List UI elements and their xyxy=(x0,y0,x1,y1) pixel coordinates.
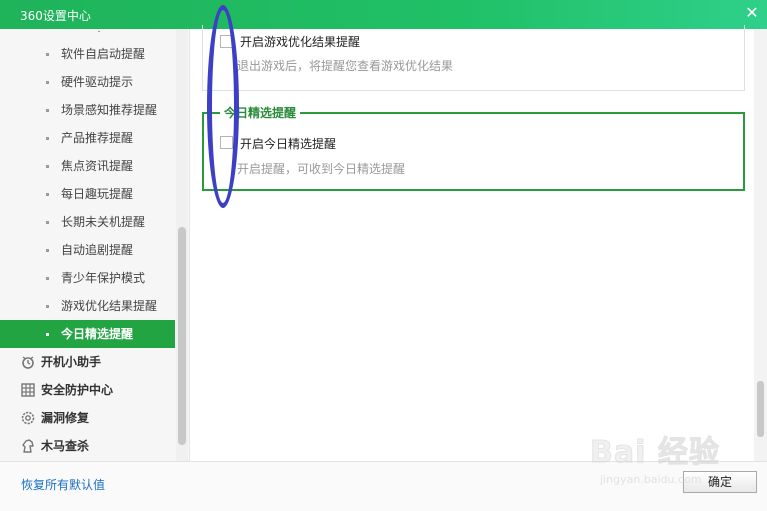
sidebar-item-driver-tips[interactable]: 硬件驱动提示 xyxy=(0,68,175,96)
sidebar-category-trojan-scan[interactable]: 木马查杀 xyxy=(0,432,175,460)
bullet-icon xyxy=(46,53,49,56)
game-optimize-option-label: 开启游戏优化结果提醒 xyxy=(240,35,361,49)
sidebar-item-scene-recommend[interactable]: 场景感知推荐提醒 xyxy=(0,96,175,124)
sidebar-item-label: 每日趣玩提醒 xyxy=(61,187,134,201)
sidebar-item-teen-mode[interactable]: 青少年保护模式 xyxy=(0,264,175,292)
sidebar-item-label: 游戏优化结果提醒 xyxy=(61,299,158,313)
sidebar-item-label: 场景感知推荐提醒 xyxy=(61,103,158,117)
daily-picks-option-desc: 开启提醒，可收到今日精选提醒 xyxy=(237,162,406,176)
sidebar-category-vuln-fix[interactable]: 漏洞修复 xyxy=(0,404,175,432)
sidebar-item-product-recommend[interactable]: 产品推荐提醒 xyxy=(0,124,175,152)
sidebar-scrollbar[interactable] xyxy=(176,29,188,461)
sidebar-item-focus-news[interactable]: 焦点资讯提醒 xyxy=(0,152,175,180)
bullet-icon xyxy=(46,137,49,140)
sidebar-item-label: 今日精选提醒 xyxy=(61,327,134,341)
sidebar: 软件自启动提醒 硬件驱动提示 场景感知推荐提醒 产品推荐提醒 焦点资讯提醒 每日… xyxy=(0,29,190,461)
bullet-icon xyxy=(46,277,49,280)
annotation-ellipse xyxy=(207,5,239,208)
sidebar-scrollbar-thumb[interactable] xyxy=(178,227,186,445)
watermark-brand: Bai 经验 xyxy=(590,435,720,471)
bullet-icon xyxy=(46,333,49,336)
sidebar-item-daily-picks[interactable]: 今日精选提醒 xyxy=(0,320,175,348)
sidebar-category-label: 开机小助手 xyxy=(41,355,102,369)
sidebar-item-label: 焦点资讯提醒 xyxy=(61,159,134,173)
sidebar-category-label: 安全防护中心 xyxy=(41,383,114,397)
daily-picks-option-label: 开启今日精选提醒 xyxy=(240,137,337,151)
sidebar-item-software-autostart[interactable]: 软件自启动提醒 xyxy=(0,40,175,68)
bullet-icon xyxy=(46,249,49,252)
sidebar-category-label: 漏洞修复 xyxy=(41,411,90,425)
bullet-icon xyxy=(46,305,49,308)
window-title: 360设置中心 xyxy=(20,9,91,23)
game-optimize-option-desc: 退出游戏后，将提醒您查看游戏优化结果 xyxy=(237,59,454,73)
bullet-icon xyxy=(46,109,49,112)
horse-icon xyxy=(22,439,34,453)
bullet-icon xyxy=(46,221,49,224)
sidebar-item-game-optimize[interactable]: 游戏优化结果提醒 xyxy=(0,292,175,320)
sidebar-item-label: 自动追剧提醒 xyxy=(61,243,134,257)
bullet-icon xyxy=(46,165,49,168)
sidebar-item-label: 青少年保护模式 xyxy=(61,271,146,285)
sidebar-category-security-center[interactable]: 安全防护中心 xyxy=(0,376,175,404)
content-scrollbar[interactable] xyxy=(754,29,767,461)
gear-icon xyxy=(21,411,35,425)
baidu-watermark: Bai 经验 jingyan.baidu.com xyxy=(590,425,767,495)
clock-icon xyxy=(22,356,34,369)
sidebar-item-label: 硬件驱动提示 xyxy=(61,75,134,89)
sidebar-item-long-uptime[interactable]: 长期未关机提醒 xyxy=(0,208,175,236)
sidebar-item-label: 软件自启动提醒 xyxy=(61,47,146,61)
restore-defaults-link[interactable]: 恢复所有默认值 xyxy=(21,476,105,493)
sidebar-item-auto-drama[interactable]: 自动追剧提醒 xyxy=(0,236,175,264)
watermark-url: jingyan.baidu.com xyxy=(600,473,702,486)
content-pane: 开启游戏优化结果提醒 退出游戏后，将提醒您查看游戏优化结果 今日精选提醒 开启今… xyxy=(190,25,767,461)
settings-window: 360设置中心 ✕ 软件自启动提醒 硬件驱动提示 场景感知推荐提醒 产品推荐提醒… xyxy=(0,0,767,511)
shield-grid-icon xyxy=(21,383,35,397)
bullet-icon xyxy=(46,81,49,84)
close-icon[interactable]: ✕ xyxy=(743,3,761,23)
sidebar-category-boot-assistant[interactable]: 开机小助手 xyxy=(0,348,175,376)
sidebar-item-label: 长期未关机提醒 xyxy=(61,215,146,229)
bullet-icon xyxy=(46,193,49,196)
cutoff-item-fragment xyxy=(60,29,100,35)
sidebar-item-daily-fun[interactable]: 每日趣玩提醒 xyxy=(0,180,175,208)
sidebar-item-label: 产品推荐提醒 xyxy=(61,131,134,145)
sidebar-category-label: 木马查杀 xyxy=(41,439,90,453)
